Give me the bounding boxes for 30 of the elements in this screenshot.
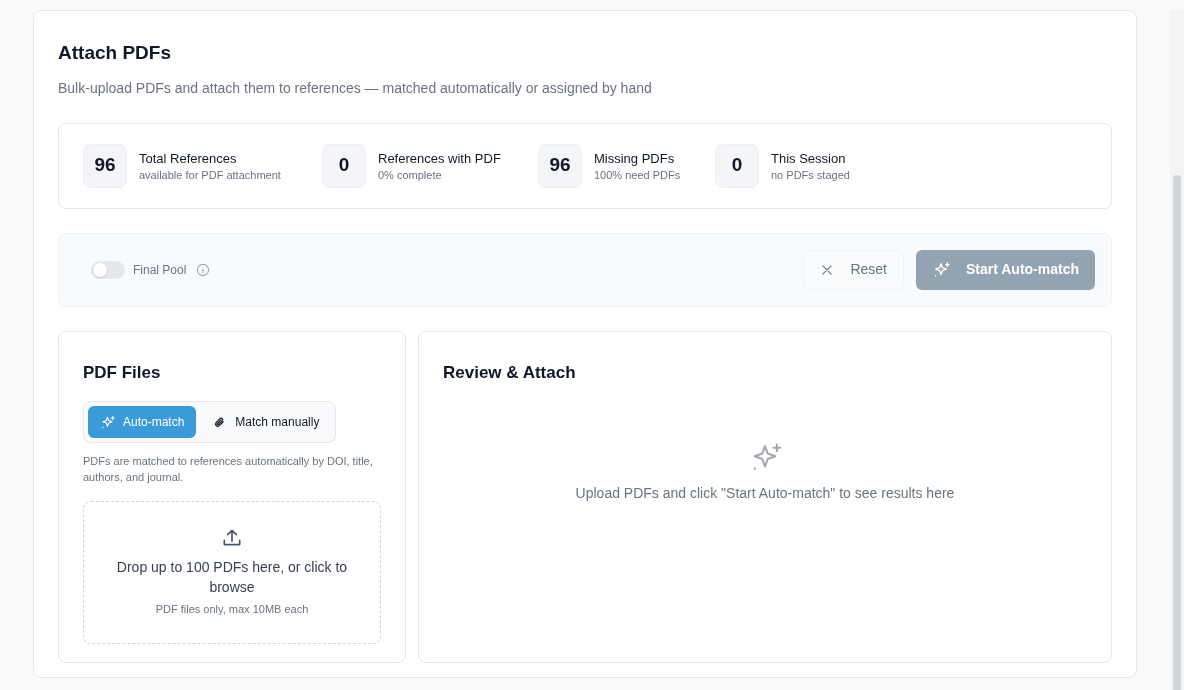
info-icon (196, 262, 211, 277)
panel-title: PDF Files (83, 361, 162, 384)
mode-tab[interactable]: Match manually (200, 406, 332, 438)
stat-caption: 0% complete (378, 167, 443, 182)
stat-label: This Session (771, 149, 847, 168)
drop-zone-text: Drop up to 100 PDFs here, or click to browse (115, 558, 349, 598)
stat-caption: no PDFs staged (771, 167, 850, 182)
stat-label: Missing PDFs (594, 149, 676, 168)
stat-value: 0 (322, 143, 366, 188)
toggle-switch[interactable] (91, 260, 125, 279)
stat-value: 0 (715, 143, 759, 188)
stat-value: 96 (83, 143, 127, 188)
sparkle-icon (100, 414, 115, 430)
page-subtitle: Bulk-upload PDFs and attach them to references — matched automatically or assigned by hand (58, 78, 653, 98)
close-icon (820, 262, 835, 277)
help-text: PDFs are matched to references automatically by DOI, title, authors, and journal. (83, 454, 373, 485)
stat-caption: available for PDF attachment (139, 167, 281, 182)
stat-label: References with PDF (378, 149, 501, 168)
toggle-label: Final Pool (133, 261, 187, 279)
stat-caption: 100% need PDFs (594, 167, 681, 182)
reset-button[interactable]: Reset (803, 249, 904, 290)
stat-value: 96 (538, 143, 582, 188)
empty-state-text: Upload PDFs and click "Start Auto-match" to see results here (575, 484, 955, 503)
mode-tab[interactable]: Auto-match (88, 406, 197, 438)
stat-label: Total References (139, 149, 238, 168)
scrollbar-thumb[interactable] (1173, 175, 1181, 690)
page-title: Attach PDFs (58, 41, 172, 65)
drop-zone-hint: PDF files only, max 10MB each (155, 602, 309, 618)
drop-zone[interactable]: Drop up to 100 PDFs here, or click to browse PDF files only, max 10MB each (83, 501, 381, 644)
panel-title: Review & Attach (443, 361, 577, 384)
